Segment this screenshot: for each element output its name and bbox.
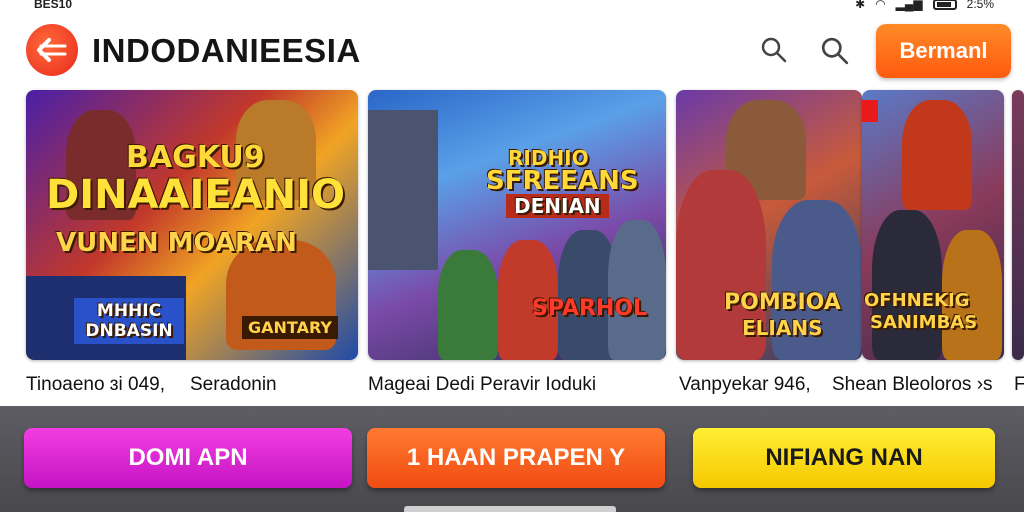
card-art-subtitle: VUNEN MOARAN <box>56 228 297 258</box>
back-button[interactable] <box>26 24 78 76</box>
cta-button-secondary[interactable]: 1 HAAN PRAPEN Y <box>367 428 665 488</box>
wifi-icon: ◠ <box>875 0 886 11</box>
card-art-title: SFREEANS <box>486 166 639 196</box>
character-art <box>872 210 942 360</box>
game-card-partial[interactable] <box>1012 90 1024 360</box>
primary-button[interactable]: Bermanl <box>876 24 1011 78</box>
character-art <box>438 250 498 360</box>
card-art-title: OFHNEKIG <box>864 290 970 311</box>
game-card[interactable]: POMBIOA ELIANS <box>676 90 862 360</box>
app-header: INDODANIEESIA Bermanl <box>0 22 1024 80</box>
search-icon[interactable] <box>760 36 788 64</box>
home-indicator[interactable] <box>404 506 616 512</box>
card-label[interactable]: Vanpyekar 946, <box>679 374 811 396</box>
bluetooth-icon: ✱ <box>855 0 866 11</box>
character-art <box>902 100 972 210</box>
card-art-subtitle: SANIMBAS <box>870 312 978 333</box>
game-card[interactable]: OFHNEKIG SANIMBAS <box>862 90 1004 360</box>
status-time: BES10 <box>34 0 73 11</box>
card-label[interactable]: Tinoaeno ɜi 049, <box>26 374 165 396</box>
card-art-badge-text: MHHIC DNBASIN <box>74 298 184 344</box>
bottom-action-bar: DOMI APN 1 HAAN PRAPEN Y NIFIANG NAN <box>0 406 1024 512</box>
battery-text: 2:5% <box>966 0 994 11</box>
card-art-badge-text: SPARHOL <box>532 296 648 321</box>
battery-icon <box>932 0 957 10</box>
signal-icon: ▂▄▆ <box>895 0 923 11</box>
status-icons: ✱ ◠ ▂▄▆ 2:5% <box>855 0 994 11</box>
card-art-subtitle: ELIANS <box>742 316 823 340</box>
card-corner-badge <box>862 100 878 122</box>
card-labels: Tinoaeno ɜi 049, Seradonin Mageai Dedi P… <box>0 374 1024 400</box>
card-art-subtitle: DENIAN <box>506 194 609 218</box>
card-art-title: POMBIOA <box>724 290 841 315</box>
cta-button-tertiary[interactable]: NIFIANG NAN <box>693 428 995 488</box>
card-label[interactable]: Mageai Dedi Peravir Ioduki <box>368 374 596 396</box>
game-shelf: BAGKU9 DINAAIEANIO VUNEN MOARAN MHHIC DN… <box>0 88 1024 363</box>
card-label[interactable]: Shean Bleoloros ›s <box>832 374 993 396</box>
card-label[interactable]: Seradonin <box>190 374 277 396</box>
card-art-badge-text: GANTARY <box>242 316 338 339</box>
status-bar: BES10 ✱ ◠ ▂▄▆ 2:5% <box>0 0 1024 14</box>
castle-art <box>368 110 438 270</box>
game-card[interactable]: BAGKU9 DINAAIEANIO VUNEN MOARAN MHHIC DN… <box>26 90 358 360</box>
back-arrow-icon <box>37 38 67 62</box>
card-art-title: DINAAIEANIO <box>46 172 346 218</box>
card-art-title: BAGKU9 <box>126 140 265 175</box>
app-title: INDODANIEESIA <box>92 32 361 69</box>
game-card[interactable]: RIDHIO SFREEANS DENIAN SPARHOL <box>368 90 666 360</box>
card-label[interactable]: F <box>1014 374 1024 396</box>
cta-button-primary[interactable]: DOMI APN <box>24 428 352 488</box>
search-icon-secondary[interactable] <box>820 36 850 66</box>
character-art <box>608 220 666 360</box>
